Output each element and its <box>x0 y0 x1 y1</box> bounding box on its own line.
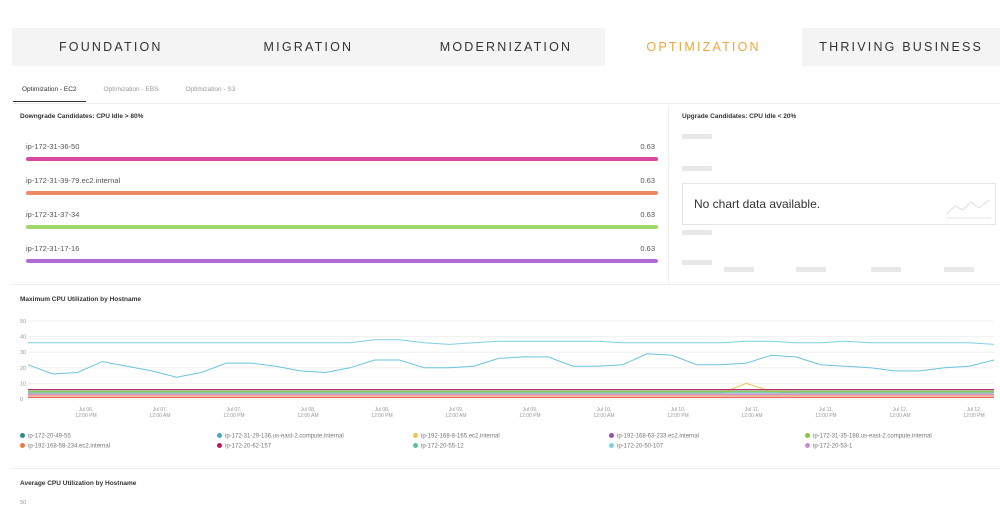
legend-item[interactable]: ip-172-20-50-107 <box>609 443 663 450</box>
legend-dot <box>609 433 614 438</box>
legend-dot <box>217 433 222 438</box>
bar-fill[interactable] <box>26 259 658 263</box>
legend-label: ip-172-31-35-188.us-east-2.compute.inter… <box>813 433 932 440</box>
legend-item[interactable]: ip-192-168-58-234.ec2.internal <box>20 443 110 450</box>
x-tick-label: 12:00 AM <box>149 413 170 419</box>
bar-value: 0.63 <box>640 244 655 253</box>
tab-foundation[interactable]: FOUNDATION <box>12 28 210 66</box>
tab-migration[interactable]: MIGRATION <box>210 28 408 66</box>
subtab-divider <box>12 103 1000 104</box>
tab-modernization[interactable]: MODERNIZATION <box>407 28 605 66</box>
y-tick-label: 30 <box>20 350 26 356</box>
y-tick-label: 0 <box>20 397 23 403</box>
legend-dot <box>217 443 222 448</box>
legend-item[interactable]: ip-172-31-35-188.us-east-2.compute.inter… <box>805 433 932 440</box>
bar-host-label: ip-172-31-39-79.ec2.internal <box>26 176 121 185</box>
no-data-box: No chart data available. <box>682 183 996 225</box>
bar-host-label: ip-172-31-36-50 <box>26 142 80 151</box>
downgrade-panel: Downgrade Candidates: CPU Idle > 80% ip-… <box>12 106 669 283</box>
x-tick-label: 12:00 PM <box>667 413 688 419</box>
placeholder-skeleton <box>871 267 901 272</box>
tab-thriving-business[interactable]: THRIVING BUSINESS <box>802 28 1000 66</box>
bar-host-label: ip-172-31-37-34 <box>26 210 80 219</box>
legend-label: ip-192-168-58-234.ec2.internal <box>28 443 111 450</box>
legend-dot <box>805 433 810 438</box>
section-divider <box>12 284 1000 285</box>
avg-chart-title: Average CPU Utilization by Hostname <box>20 480 137 487</box>
no-data-message: No chart data available. <box>694 197 821 211</box>
downgrade-title: Downgrade Candidates: CPU Idle > 80% <box>20 113 144 120</box>
top-nav: FOUNDATION MIGRATION MODERNIZATION OPTIM… <box>12 28 1000 66</box>
placeholder-skeleton <box>682 166 712 171</box>
subtab-ec2[interactable]: Optimization - EC2 <box>13 82 86 102</box>
bar-value: 0.63 <box>640 176 655 185</box>
x-tick-label: 12:00 PM <box>371 413 392 419</box>
x-tick-label: 12:00 AM <box>593 413 614 419</box>
legend-dot <box>413 433 418 438</box>
legend-item[interactable]: ip-172-20-62-157 <box>217 443 271 450</box>
series-line <box>28 339 995 345</box>
legend-dot <box>805 443 810 448</box>
legend-dot <box>413 443 418 448</box>
placeholder-skeleton <box>682 260 712 265</box>
bar-fill[interactable] <box>26 225 658 229</box>
x-tick-label: 12:00 PM <box>815 413 836 419</box>
legend-item[interactable]: ip-172-31-29-136.us-east-2.compute.inter… <box>217 433 344 440</box>
x-tick-label: 12:00 AM <box>889 413 910 419</box>
bar-fill[interactable] <box>26 157 658 161</box>
legend-item[interactable]: ip-172-20-53-1 <box>805 443 852 450</box>
x-tick-label: 12:00 PM <box>75 413 96 419</box>
x-tick-label: 12:00 PM <box>963 413 984 419</box>
x-tick-label: 12:00 AM <box>297 413 318 419</box>
bar-value: 0.63 <box>640 142 655 151</box>
placeholder-skeleton <box>682 230 712 235</box>
y-tick-label: 50 <box>20 319 26 325</box>
max-chart-title: Maximum CPU Utilization by Hostname <box>20 296 141 303</box>
empty-chart-icon <box>946 199 991 219</box>
subtab-s3[interactable]: Optimization - S3 <box>185 82 235 102</box>
x-tick-label: 12:00 AM <box>445 413 466 419</box>
legend-label: ip-172-20-53-1 <box>813 443 853 450</box>
y-tick-label: 20 <box>20 366 26 372</box>
placeholder-skeleton <box>682 134 712 139</box>
upgrade-panel: Upgrade Candidates: CPU Idle < 20% No ch… <box>676 106 1000 283</box>
legend-item[interactable]: ip-172-20-49-55 <box>20 433 71 440</box>
upgrade-title: Upgrade Candidates: CPU Idle < 20% <box>682 113 797 120</box>
legend-label: ip-192-168-8-165.ec2.internal <box>421 433 500 440</box>
section-divider <box>12 468 1000 469</box>
bar-value: 0.63 <box>640 210 655 219</box>
placeholder-skeleton <box>796 267 826 272</box>
x-tick-label: 12:00 AM <box>741 413 762 419</box>
bar-fill[interactable] <box>26 191 658 195</box>
max-cpu-chart[interactable]: 50403020100Jul 06,12:00 PMJul 07,12:00 A… <box>10 315 1000 433</box>
legend-label: ip-192-168-63-233.ec2.internal <box>617 433 700 440</box>
legend-dot <box>20 443 25 448</box>
legend-item[interactable]: ip-172-20-55-12 <box>413 443 464 450</box>
legend-item[interactable]: ip-192-168-63-233.ec2.internal <box>609 433 699 440</box>
x-tick-label: 12:00 PM <box>223 413 244 419</box>
avg-chart-ytick: 50 <box>20 500 27 506</box>
tab-optimization[interactable]: OPTIMIZATION <box>604 28 803 66</box>
legend-dot <box>609 443 614 448</box>
placeholder-skeleton <box>724 267 754 272</box>
legend-item[interactable]: ip-192-168-8-165.ec2.internal <box>413 433 500 440</box>
y-tick-label: 10 <box>20 381 26 387</box>
legend-label: ip-172-31-29-136.us-east-2.compute.inter… <box>225 433 344 440</box>
legend-label: ip-172-20-49-55 <box>28 433 71 440</box>
x-tick-label: 12:00 PM <box>519 413 540 419</box>
placeholder-skeleton <box>944 267 974 272</box>
sub-tabs: Optimization - EC2 Optimization - EBS Op… <box>13 82 262 102</box>
legend-label: ip-172-20-50-107 <box>617 443 664 450</box>
legend-label: ip-172-20-55-12 <box>421 443 464 450</box>
y-tick-label: 40 <box>20 335 26 341</box>
legend-dot <box>20 433 25 438</box>
subtab-ebs[interactable]: Optimization - EBS <box>104 82 159 102</box>
bar-host-label: ip-172-31-17-16 <box>26 244 80 253</box>
series-line <box>27 353 995 378</box>
legend-label: ip-172-20-62-157 <box>225 443 272 450</box>
